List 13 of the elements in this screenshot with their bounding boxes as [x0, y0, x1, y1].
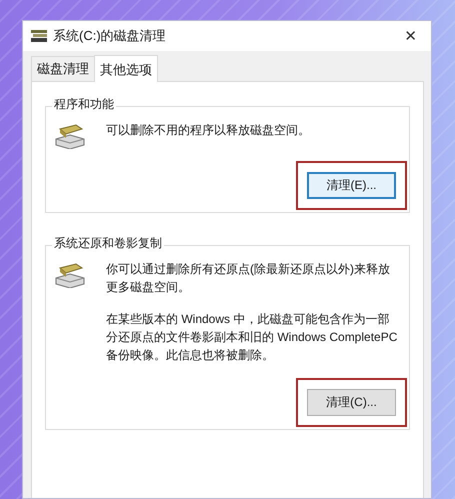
drive-icon: [31, 30, 47, 42]
window-title: 系统(C:)的磁盘清理: [53, 27, 167, 45]
cleanup-button[interactable]: 清理(C)...: [307, 389, 396, 416]
close-button[interactable]: ✕: [400, 25, 421, 47]
disk-cleanup-icon: [54, 123, 86, 149]
cleanup-button[interactable]: 清理(E)...: [307, 172, 396, 199]
disk-cleanup-icon: [54, 262, 86, 288]
tab[interactable]: 磁盘清理: [31, 56, 95, 81]
tab[interactable]: 其他选项: [94, 55, 158, 82]
description-text: 可以删除不用的程序以释放磁盘空间。: [106, 122, 311, 139]
group-title: 系统还原和卷影复制: [52, 235, 164, 252]
description-text: 在某些版本的 Windows 中，此磁盘可能包含作为一部分还原点的文件卷影副本和旧的 Windows CompletePC 备份映像。此信息也将被删除。: [106, 311, 398, 364]
description-text: 你可以通过删除所有还原点(除最新还原点以外)来释放更多磁盘空间。: [106, 261, 391, 296]
